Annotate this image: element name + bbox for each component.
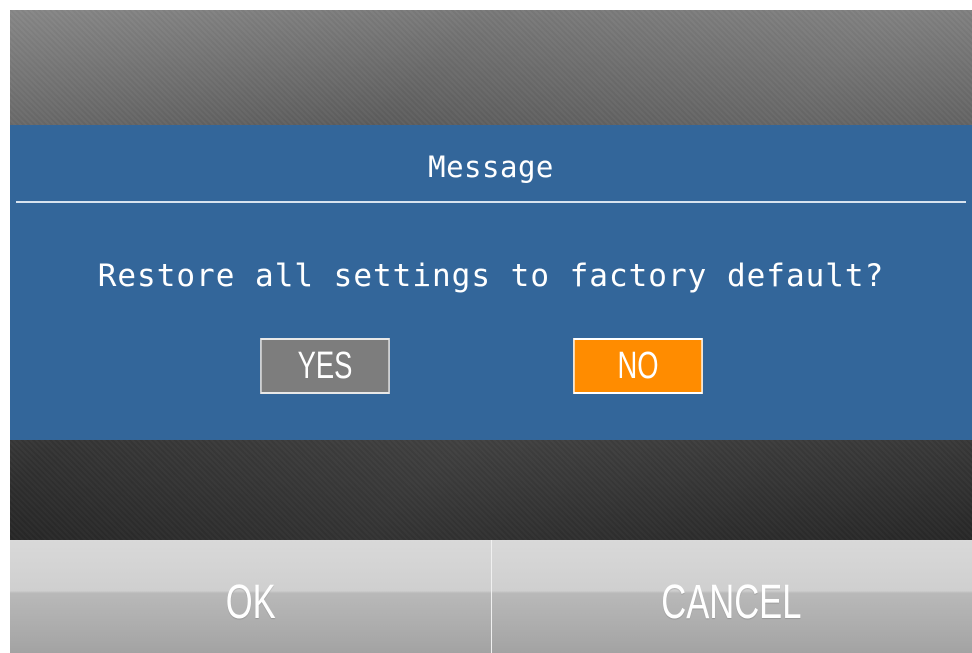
- bottom-action-bar: OK CANCEL: [10, 540, 972, 653]
- dialog-divider: [16, 201, 966, 203]
- dialog-message: Restore all settings to factory default?: [97, 258, 885, 294]
- no-button[interactable]: NO: [573, 338, 703, 394]
- ok-button-label: OK: [225, 576, 276, 629]
- cancel-button[interactable]: CANCEL: [491, 540, 972, 653]
- device-screen: Message Restore all settings to factory …: [10, 10, 972, 653]
- ok-button[interactable]: OK: [10, 540, 491, 653]
- cancel-button-label: CANCEL: [661, 576, 802, 629]
- dialog-title: Message: [428, 150, 554, 184]
- yes-button[interactable]: YES: [260, 338, 390, 394]
- message-dialog: Message Restore all settings to factory …: [10, 125, 972, 440]
